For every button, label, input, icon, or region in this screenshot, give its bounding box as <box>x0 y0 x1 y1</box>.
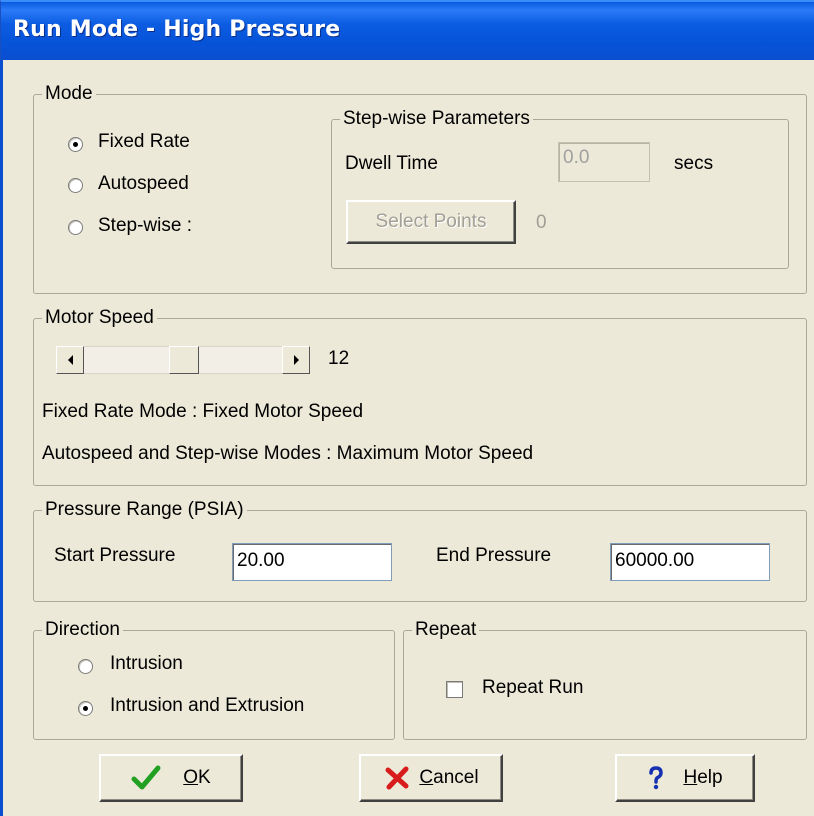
ok-label: OK <box>183 767 211 788</box>
radio-fixed-rate-button[interactable] <box>68 137 83 152</box>
dialog-client: Mode Fixed Rate Autospeed Step-wise : St… <box>0 60 814 816</box>
repeat-group: Repeat Repeat Run <box>403 619 807 740</box>
repeat-run-box[interactable] <box>446 681 463 698</box>
end-pressure-label: End Pressure <box>436 545 552 566</box>
arrow-left-icon <box>67 355 73 365</box>
pressure-range-group: Pressure Range (PSIA) Start Pressure 20.… <box>33 499 807 602</box>
ok-button[interactable]: OK <box>99 754 243 802</box>
motor-speed-legend: Motor Speed <box>42 307 157 329</box>
radio-autospeed-label: Autospeed <box>98 173 189 194</box>
help-button[interactable]: Help <box>615 754 755 802</box>
radio-intrusion-extrusion-button[interactable] <box>78 701 93 716</box>
mode-group: Mode Fixed Rate Autospeed Step-wise : St… <box>33 83 807 294</box>
window-title: Run Mode - High Pressure <box>13 17 341 42</box>
radio-autospeed-button[interactable] <box>68 178 83 193</box>
motor-speed-value: 12 <box>328 348 350 369</box>
radio-stepwise-label: Step-wise : <box>98 215 192 236</box>
radio-intrusion-button[interactable] <box>78 659 93 674</box>
arrow-right-icon <box>293 355 299 365</box>
start-pressure-label: Start Pressure <box>54 545 176 566</box>
radio-intrusion-label: Intrusion <box>110 653 183 674</box>
stepwise-legend: Step-wise Parameters <box>340 108 533 130</box>
radio-fixed-rate-label: Fixed Rate <box>98 131 190 152</box>
help-label: Help <box>683 767 723 788</box>
start-pressure-input[interactable]: 20.00 <box>232 543 392 581</box>
scroll-thumb[interactable] <box>169 346 199 374</box>
repeat-legend: Repeat <box>412 619 480 641</box>
radio-stepwise-button[interactable] <box>68 220 83 235</box>
end-pressure-input[interactable]: 60000.00 <box>610 543 770 581</box>
stepwise-parameters-group: Step-wise Parameters Dwell Time 0.0 secs… <box>331 108 789 269</box>
red-x-icon <box>385 766 409 790</box>
direction-legend: Direction <box>42 619 123 641</box>
title-bar[interactable]: Run Mode - High Pressure <box>0 0 814 60</box>
motor-note-fixed: Fixed Rate Mode : Fixed Motor Speed <box>42 401 364 422</box>
question-mark-icon <box>649 766 664 790</box>
motor-speed-group: Motor Speed 12 Fixed Rate Mode : Fixed M… <box>33 307 807 486</box>
scroll-left-button[interactable] <box>56 346 84 374</box>
dwell-time-unit: secs <box>674 153 714 174</box>
repeat-run-label: Repeat Run <box>482 677 584 698</box>
checkmark-icon <box>131 765 161 790</box>
scroll-right-button[interactable] <box>282 346 310 374</box>
cancel-label: Cancel <box>419 767 479 788</box>
direction-group: Direction Intrusion Intrusion and Extrus… <box>33 619 395 740</box>
radio-intrusion-extrusion-label: Intrusion and Extrusion <box>110 695 305 716</box>
cancel-button[interactable]: Cancel <box>359 754 503 802</box>
dwell-time-label: Dwell Time <box>345 153 438 174</box>
pressure-range-legend: Pressure Range (PSIA) <box>42 499 247 521</box>
mode-legend: Mode <box>42 83 96 105</box>
motor-note-auto: Autospeed and Step-wise Modes : Maximum … <box>42 443 534 464</box>
dwell-time-input[interactable]: 0.0 <box>558 142 650 182</box>
select-points-button[interactable]: Select Points <box>346 200 516 244</box>
points-count: 0 <box>536 212 547 233</box>
